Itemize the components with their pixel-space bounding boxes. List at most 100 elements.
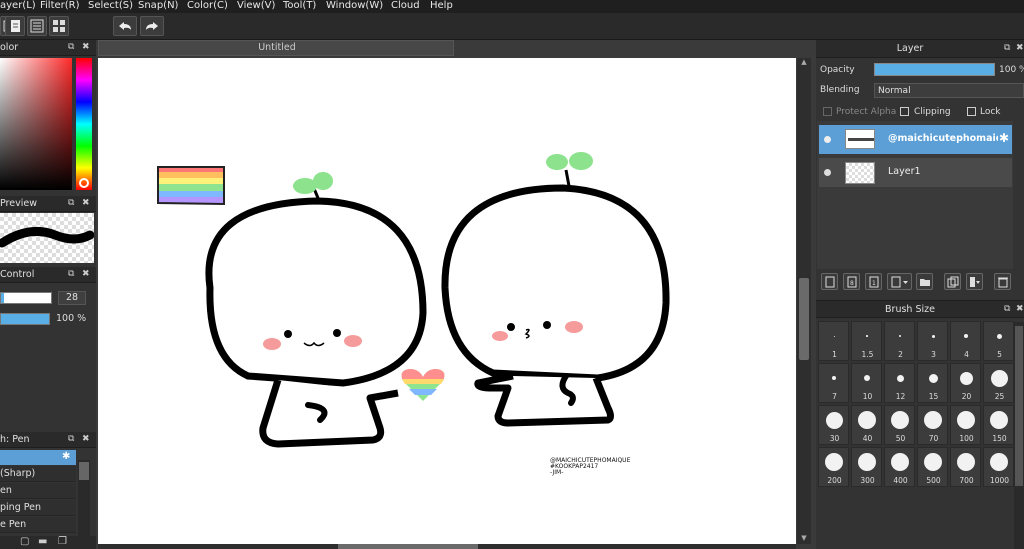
- duplicate-icon[interactable]: ❐: [58, 536, 67, 547]
- menu-color[interactable]: Color(C): [187, 0, 228, 12]
- scroll-thumb[interactable]: [79, 462, 89, 480]
- menu-filter[interactable]: Filter(R): [40, 0, 80, 12]
- close-icon[interactable]: ✖: [1016, 43, 1024, 53]
- brush-list-selected[interactable]: ✱: [0, 450, 76, 465]
- undock-icon[interactable]: ⧉: [68, 198, 74, 208]
- undock-icon[interactable]: ⧉: [68, 42, 74, 52]
- undock-icon[interactable]: ⧉: [1004, 43, 1010, 53]
- close-icon[interactable]: ✖: [82, 434, 90, 444]
- grid-icon[interactable]: [49, 16, 69, 36]
- layer-settings-gear-icon[interactable]: ✱: [999, 131, 1009, 145]
- brush-size-cell[interactable]: 40: [851, 405, 882, 445]
- brush-size-cell[interactable]: 25: [983, 363, 1014, 403]
- redo-icon[interactable]: [140, 16, 164, 36]
- menu-help[interactable]: Help: [430, 0, 453, 12]
- list-icon[interactable]: [27, 16, 47, 36]
- layer-row-selected[interactable]: @maichicutephomaique ✱: [819, 125, 1012, 154]
- undock-icon[interactable]: ⧉: [68, 269, 74, 279]
- menu-select[interactable]: Select(S): [88, 0, 133, 12]
- settings-gear-icon[interactable]: ✱: [62, 451, 70, 462]
- add-layer-dropdown-icon[interactable]: [887, 273, 912, 290]
- new-document-icon[interactable]: [5, 16, 25, 36]
- clipping-checkbox[interactable]: [900, 107, 909, 116]
- delete-layer-icon[interactable]: [994, 273, 1011, 290]
- brush-list-item[interactable]: (Sharp): [0, 466, 76, 482]
- scroll-thumb[interactable]: [1015, 326, 1023, 486]
- new-layer-icon[interactable]: [821, 273, 838, 290]
- undo-icon[interactable]: [113, 16, 137, 36]
- menu-window[interactable]: Window(W): [326, 0, 383, 12]
- brush-size-cell[interactable]: 4: [950, 321, 981, 361]
- drawing-canvas[interactable]: @MAICHICUTEPHOMAIQUE #KOOKPAP2417 -JIM-: [98, 58, 796, 544]
- lock-checkbox[interactable]: [967, 107, 976, 116]
- brush-size-cell[interactable]: 2: [884, 321, 915, 361]
- visibility-icon[interactable]: [824, 136, 831, 143]
- brush-size-cell[interactable]: 50: [884, 405, 915, 445]
- brush-size-cell[interactable]: 200: [818, 447, 849, 487]
- brush-size-cell[interactable]: 1.5: [851, 321, 882, 361]
- protect-alpha-checkbox[interactable]: [823, 107, 832, 116]
- brush-list-scrollbar[interactable]: [78, 460, 90, 540]
- brush-size-cell[interactable]: 100: [950, 405, 981, 445]
- close-icon[interactable]: ✖: [1016, 304, 1024, 314]
- blending-select[interactable]: Normal: [874, 83, 1024, 98]
- brush-size-cell[interactable]: 7: [818, 363, 849, 403]
- brush-size-cell[interactable]: 300: [851, 447, 882, 487]
- brush-size-cell[interactable]: 150: [983, 405, 1014, 445]
- merge-layer-icon[interactable]: [966, 273, 983, 290]
- undock-icon[interactable]: ⧉: [68, 434, 74, 444]
- visibility-icon[interactable]: [824, 169, 831, 176]
- duplicate-layer-icon[interactable]: [944, 273, 961, 290]
- brush-list-item[interactable]: en: [0, 483, 76, 499]
- document-tab[interactable]: Untitled: [98, 40, 454, 56]
- menu-tool[interactable]: Tool(T): [283, 0, 316, 12]
- new-layer-1bit-icon[interactable]: 1: [865, 273, 882, 290]
- brush-size-dot: [825, 411, 843, 429]
- brush-size-cell[interactable]: 5: [983, 321, 1014, 361]
- close-icon[interactable]: ✖: [82, 42, 90, 52]
- brush-size-panel-header: Brush Size ⧉ ✖: [816, 300, 1024, 318]
- brush-size-cell[interactable]: 20: [950, 363, 981, 403]
- brush-size-cell[interactable]: 12: [884, 363, 915, 403]
- brush-size-value[interactable]: 28: [58, 291, 86, 305]
- brush-size-fill: [1, 293, 4, 303]
- scroll-up-icon[interactable]: ▲: [797, 58, 811, 68]
- brush-size-cell[interactable]: 400: [884, 447, 915, 487]
- brush-size-slider[interactable]: [0, 292, 52, 304]
- scroll-down-icon[interactable]: ▼: [797, 534, 811, 544]
- brush-size-cell[interactable]: 10: [851, 363, 882, 403]
- layer-row[interactable]: Layer1: [819, 158, 1012, 187]
- scroll-thumb[interactable]: [338, 544, 478, 549]
- brush-size-cell[interactable]: 70: [917, 405, 948, 445]
- hue-handle[interactable]: [79, 178, 89, 188]
- color-saturation-square[interactable]: [0, 58, 72, 190]
- menu-snap[interactable]: Snap(N): [138, 0, 178, 12]
- brush-size-cell[interactable]: 15: [917, 363, 948, 403]
- menu-layer[interactable]: ayer(L): [0, 0, 36, 12]
- close-icon[interactable]: ✖: [82, 269, 90, 279]
- brush-size-cell[interactable]: 30: [818, 405, 849, 445]
- undock-icon[interactable]: ⧉: [1004, 304, 1010, 314]
- brush-size-cell[interactable]: 700: [950, 447, 981, 487]
- brush-size-scrollbar[interactable]: [1014, 322, 1024, 549]
- hue-slider[interactable]: [76, 58, 92, 190]
- brush-list-item[interactable]: ping Pen: [0, 500, 76, 516]
- brush-size-label: 200: [827, 476, 842, 485]
- brush-size-cell[interactable]: 1: [818, 321, 849, 361]
- menu-view[interactable]: View(V): [237, 0, 275, 12]
- canvas-vertical-scrollbar[interactable]: ▲ ▼: [797, 58, 811, 544]
- brush-size-cell[interactable]: 500: [917, 447, 948, 487]
- brush-opacity-slider[interactable]: [0, 313, 50, 325]
- scroll-thumb[interactable]: [799, 278, 809, 360]
- close-icon[interactable]: ✖: [82, 198, 90, 208]
- brush-size-cell[interactable]: 1000: [983, 447, 1014, 487]
- new-layer-8bit-icon[interactable]: 8: [843, 273, 860, 290]
- layer-opacity-slider[interactable]: [874, 63, 995, 76]
- brush-list-item[interactable]: e Pen: [0, 517, 76, 533]
- new-brush-icon[interactable]: ▢: [20, 536, 29, 547]
- menu-cloud[interactable]: Cloud: [391, 0, 420, 12]
- folder-icon[interactable]: [916, 273, 933, 290]
- canvas-horizontal-scrollbar[interactable]: [98, 544, 796, 549]
- folder-icon[interactable]: ▬: [38, 536, 47, 547]
- brush-size-cell[interactable]: 3: [917, 321, 948, 361]
